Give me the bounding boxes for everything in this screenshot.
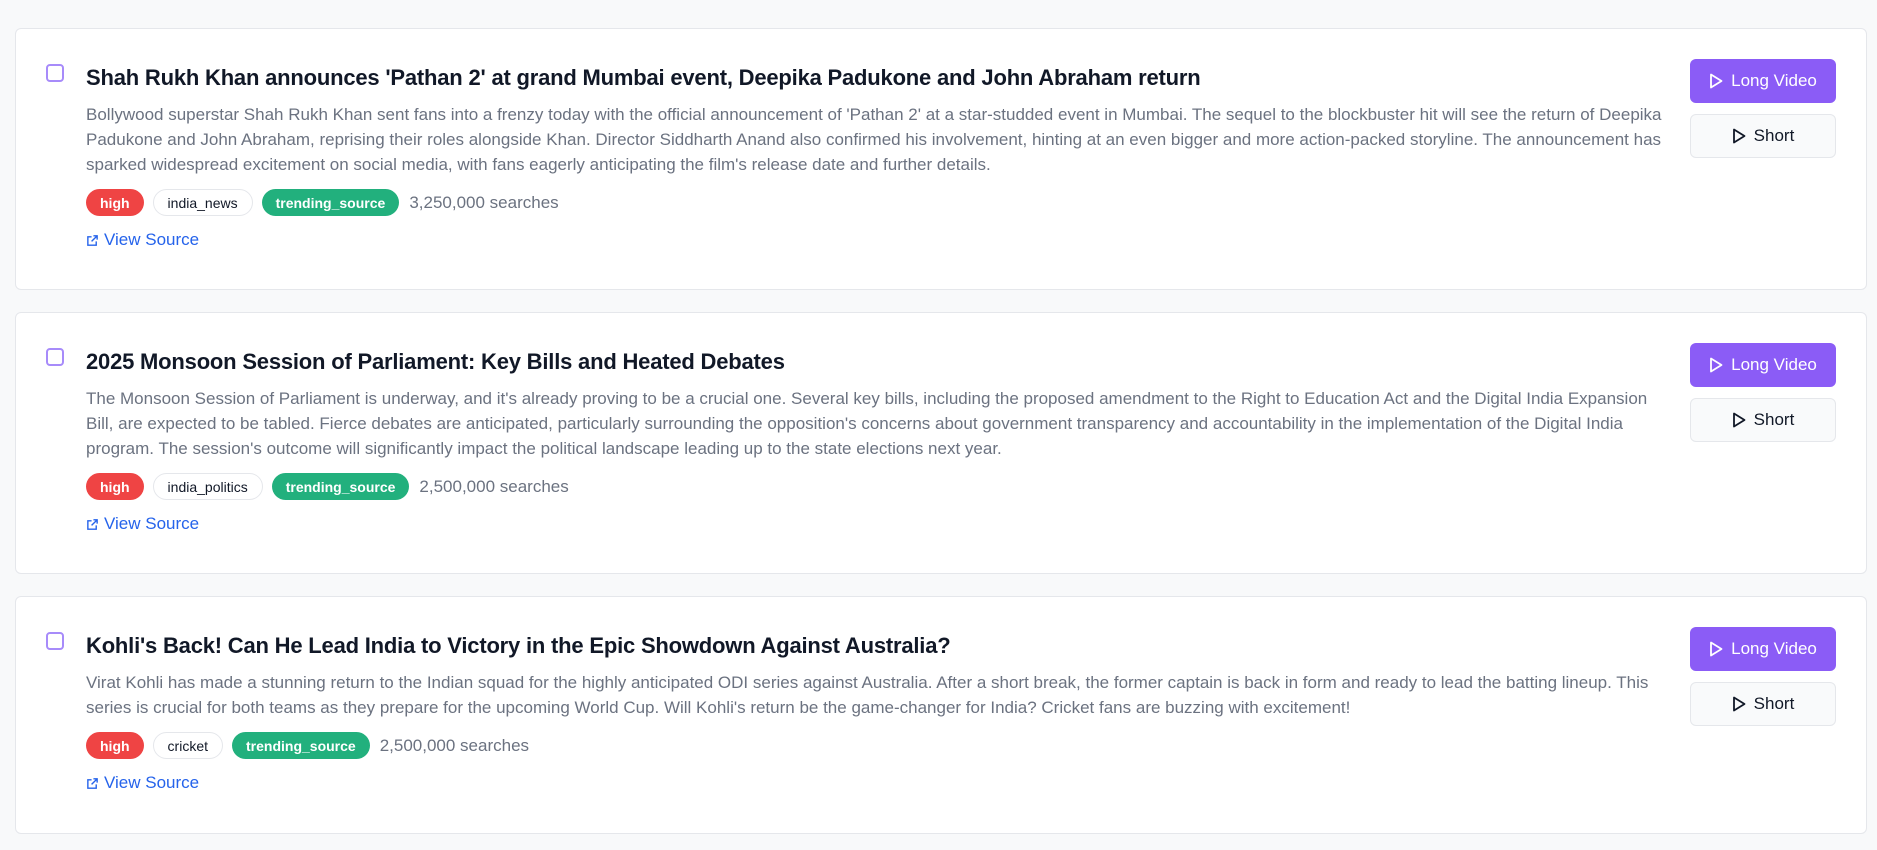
- trend-summary: Bollywood superstar Shah Rukh Khan sent …: [86, 105, 1662, 174]
- short-label: Short: [1753, 126, 1795, 145]
- source-badge: trending_source: [261, 189, 400, 216]
- trend-title: Shah Rukh Khan announces 'Pathan 2' at g…: [86, 65, 1201, 90]
- trend-title: Kohli's Back! Can He Lead India to Victo…: [86, 633, 951, 658]
- priority-badge: high: [86, 473, 144, 500]
- play-icon: [1710, 641, 1723, 657]
- trend-content: Kohli's Back! Can He Lead India to Victo…: [86, 597, 1678, 795]
- play-icon: [1710, 357, 1723, 373]
- category-badge: india_news: [152, 189, 253, 216]
- trend-summary: Virat Kohli has made a stunning return t…: [86, 673, 1649, 717]
- trend-actions: Long Video Short: [1690, 59, 1836, 158]
- short-button[interactable]: Short: [1690, 398, 1836, 442]
- trend-meta: high india_politics trending_source 2,50…: [86, 473, 1678, 500]
- play-icon: [1710, 73, 1723, 89]
- trend-card: 2025 Monsoon Session of Parliament: Key …: [15, 312, 1867, 574]
- trend-card: Kohli's Back! Can He Lead India to Victo…: [15, 596, 1867, 834]
- play-icon: [1732, 696, 1746, 712]
- view-source-link[interactable]: View Source: [86, 514, 199, 534]
- search-count: 3,250,000 searches: [409, 192, 559, 212]
- view-source-label: View Source: [104, 514, 200, 533]
- long-video-label: Long Video: [1731, 355, 1817, 374]
- trend-card: Shah Rukh Khan announces 'Pathan 2' at g…: [15, 28, 1867, 290]
- trend-content: Shah Rukh Khan announces 'Pathan 2' at g…: [86, 29, 1678, 252]
- source-badge: trending_source: [232, 732, 370, 759]
- select-checkbox[interactable]: [46, 632, 64, 650]
- view-source-link[interactable]: View Source: [86, 230, 199, 250]
- trend-meta: high india_news trending_source 3,250,00…: [86, 189, 1678, 216]
- play-icon: [1732, 412, 1746, 428]
- long-video-label: Long Video: [1731, 71, 1817, 90]
- play-icon: [1732, 128, 1746, 144]
- long-video-button[interactable]: Long Video: [1690, 627, 1836, 671]
- category-badge: cricket: [152, 732, 223, 759]
- external-link-icon: [87, 234, 98, 246]
- view-source-link[interactable]: View Source: [86, 773, 199, 793]
- long-video-button[interactable]: Long Video: [1690, 343, 1836, 387]
- trend-actions: Long Video Short: [1690, 627, 1836, 726]
- long-video-label: Long Video: [1731, 639, 1817, 658]
- select-checkbox[interactable]: [46, 64, 64, 82]
- priority-badge: high: [86, 189, 144, 216]
- trend-meta: high cricket trending_source 2,500,000 s…: [86, 732, 1678, 759]
- search-count: 2,500,000 searches: [419, 476, 569, 496]
- view-source-label: View Source: [104, 230, 200, 249]
- short-button[interactable]: Short: [1690, 114, 1836, 158]
- source-badge: trending_source: [271, 473, 410, 500]
- external-link-icon: [87, 777, 98, 789]
- search-count: 2,500,000 searches: [379, 735, 530, 755]
- trend-actions: Long Video Short: [1690, 343, 1836, 442]
- priority-badge: high: [86, 732, 144, 759]
- trend-title: 2025 Monsoon Session of Parliament: Key …: [86, 349, 785, 374]
- short-button[interactable]: Short: [1690, 682, 1836, 726]
- long-video-button[interactable]: Long Video: [1690, 59, 1836, 103]
- short-label: Short: [1753, 694, 1795, 713]
- short-label: Short: [1753, 410, 1795, 429]
- select-checkbox[interactable]: [46, 348, 64, 366]
- external-link-icon: [87, 518, 98, 530]
- category-badge: india_politics: [152, 473, 263, 500]
- view-source-label: View Source: [104, 773, 200, 792]
- trend-content: 2025 Monsoon Session of Parliament: Key …: [86, 313, 1678, 536]
- trend-summary: The Monsoon Session of Parliament is und…: [86, 389, 1648, 458]
